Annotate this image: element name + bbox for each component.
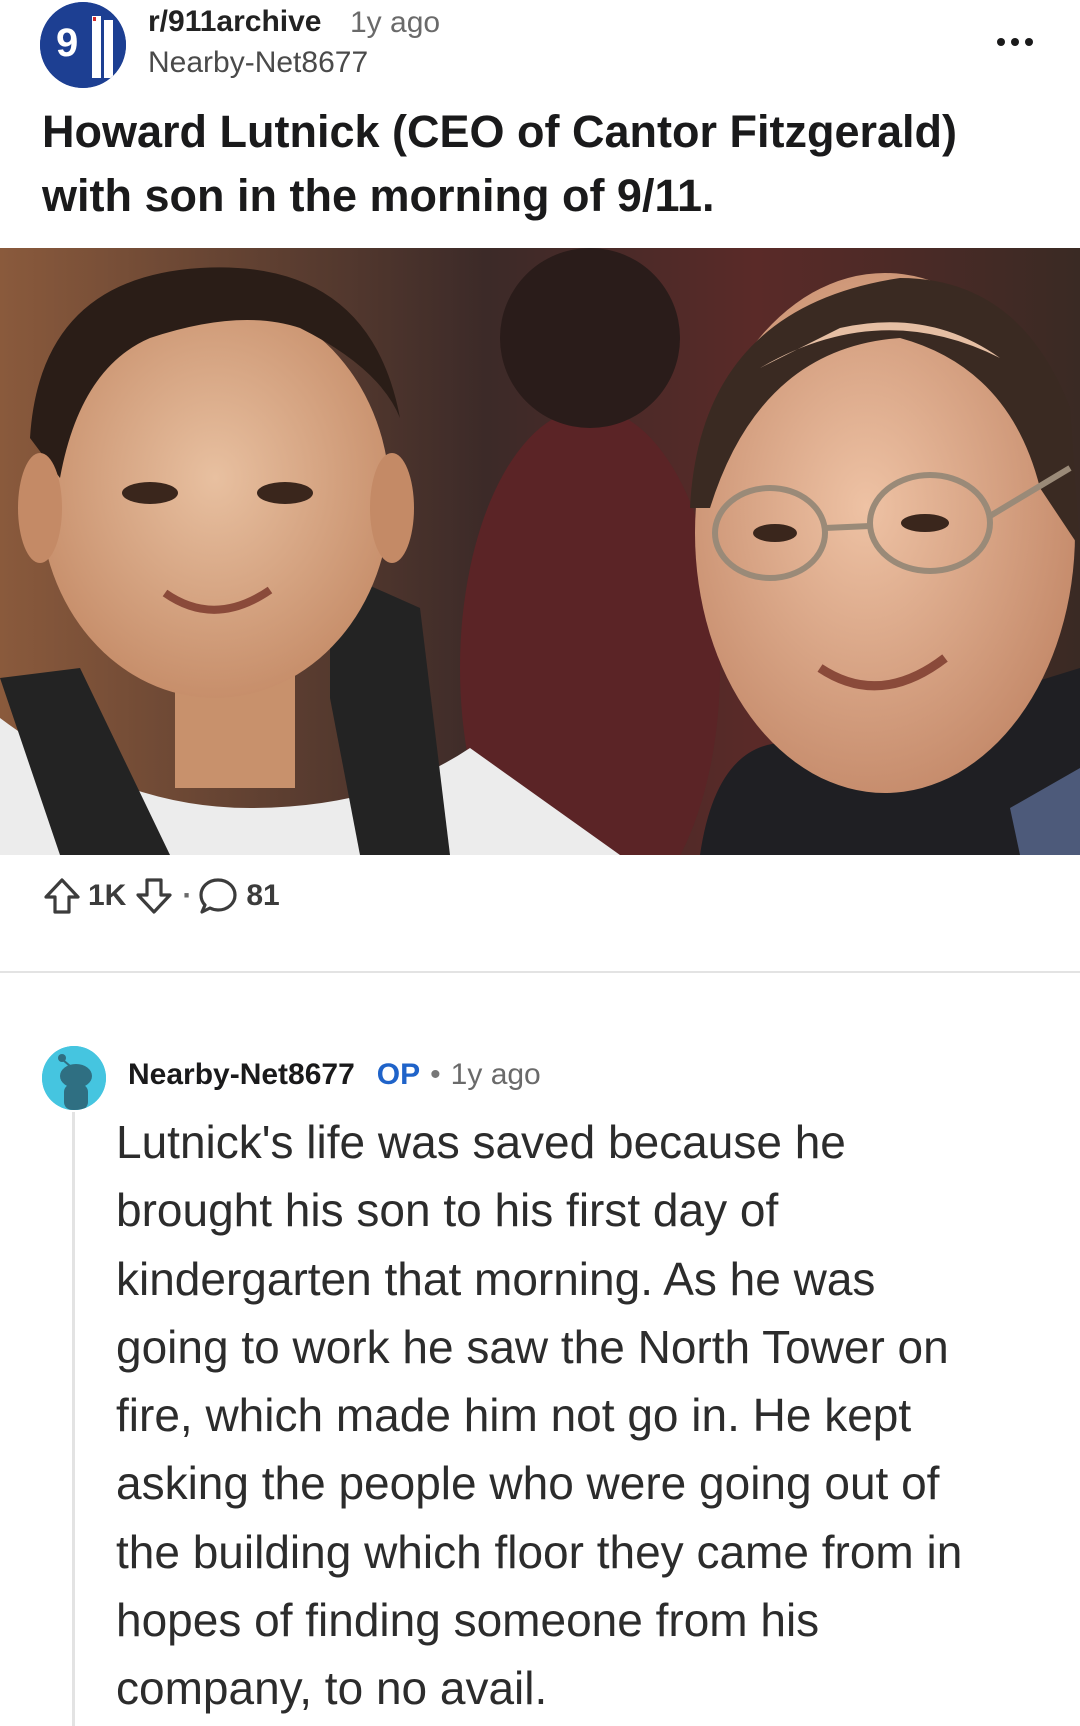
post-age: 1y ago [350, 6, 441, 39]
subreddit-911-icon: 9 [40, 2, 126, 88]
comments-button[interactable] [196, 874, 240, 918]
snoo-avatar-icon [42, 1046, 106, 1110]
comment-line: kindergarten that morning. As he was [116, 1252, 876, 1305]
comment-line: asking the people who were going out of [116, 1457, 940, 1510]
vote-count: 1K [88, 879, 127, 912]
post-header: 9 r/911archive 1y ago Nearby-Net8677 [0, 0, 1080, 96]
comment-line: hopes of finding someone from his [116, 1594, 820, 1647]
photo-boy-and-man [0, 248, 1080, 855]
reddit-post-page: 9 r/911archive 1y ago Nearby-Net8677 How… [0, 0, 1080, 1726]
subreddit-icon-text: 9 [56, 21, 78, 65]
comment-meta: Nearby-Net8677 OP • 1y ago [128, 1058, 541, 1092]
post-title[interactable]: Howard Lutnick (CEO of Cantor Fitzgerald… [42, 100, 1042, 228]
comment-line: Lutnick's life was saved because he [116, 1116, 846, 1168]
arrow-up-icon [44, 878, 80, 914]
comment-body: Lutnick's life was saved because he brou… [116, 1108, 1036, 1723]
comment-thread-line[interactable] [72, 1112, 75, 1726]
comment-line: fire, which made him not go in. He kept [116, 1389, 912, 1442]
subreddit-name[interactable]: r/911archive [148, 5, 321, 39]
comment-age: 1y ago [450, 1058, 541, 1091]
comment-avatar[interactable] [42, 1046, 106, 1110]
comment-line: the building which floor they came from … [116, 1525, 963, 1578]
post-action-bar: 1K · 81 [40, 872, 280, 920]
subreddit-avatar[interactable]: 9 [40, 2, 126, 88]
comment-author[interactable]: Nearby-Net8677 [128, 1058, 355, 1092]
comment-count: 81 [246, 879, 280, 912]
post-author[interactable]: Nearby-Net8677 [148, 46, 368, 80]
ellipsis-icon [997, 38, 1005, 46]
downvote-button[interactable] [132, 874, 176, 918]
speech-bubble-icon [199, 878, 237, 914]
post-image[interactable] [0, 248, 1080, 855]
upvote-button[interactable] [40, 874, 84, 918]
comment-line: company, to no avail. [116, 1662, 548, 1715]
meta-separator: • [430, 1058, 441, 1091]
separator-dot: · [182, 879, 193, 912]
divider [0, 971, 1080, 973]
arrow-down-icon [136, 878, 172, 914]
more-options-button[interactable] [990, 22, 1040, 62]
op-badge: OP [376, 1058, 421, 1091]
comment-line: going to work he saw the North Tower on [116, 1320, 949, 1373]
comment-line: brought his son to his first day of [116, 1184, 779, 1237]
